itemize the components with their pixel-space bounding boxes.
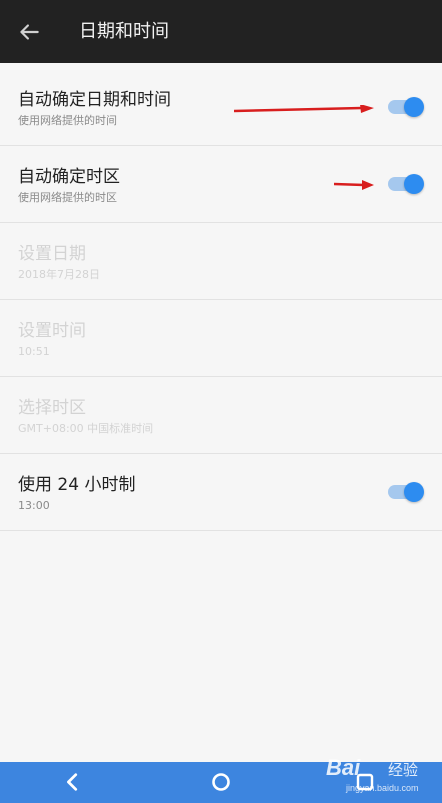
back-arrow-icon[interactable]: [16, 19, 42, 45]
setting-subtitle: 13:00: [18, 499, 50, 512]
auto-date-time-toggle[interactable]: [388, 97, 424, 117]
setting-title: 自动确定日期和时间: [18, 90, 171, 110]
setting-auto-timezone[interactable]: 自动确定时区 使用网络提供的时区: [0, 146, 442, 223]
nav-recents-icon[interactable]: [356, 773, 374, 791]
setting-title: 选择时区: [18, 398, 86, 418]
settings-list: 自动确定日期和时间 使用网络提供的时间 自动确定时区 使用网络提供的时区 设置日…: [0, 69, 442, 531]
setting-subtitle: 使用网络提供的时区: [18, 191, 117, 204]
setting-title: 自动确定时区: [18, 167, 120, 187]
setting-title: 使用 24 小时制: [18, 475, 136, 495]
annotation-arrow-icon: [234, 105, 374, 113]
toggle-thumb: [404, 174, 424, 194]
setting-set-date: 设置日期 2018年7月28日: [0, 223, 442, 300]
auto-timezone-toggle[interactable]: [388, 174, 424, 194]
nav-back-icon[interactable]: [62, 771, 84, 793]
app-bar: 日期和时间: [0, 0, 442, 63]
toggle-thumb: [404, 97, 424, 117]
setting-subtitle: 使用网络提供的时间: [18, 114, 117, 127]
setting-subtitle: 10:51: [18, 345, 50, 358]
setting-select-timezone: 选择时区 GMT+08:00 中国标准时间: [0, 377, 442, 454]
setting-set-time: 设置时间 10:51: [0, 300, 442, 377]
setting-title: 设置日期: [18, 244, 86, 264]
page-title: 日期和时间: [79, 21, 169, 42]
toggle-thumb: [404, 482, 424, 502]
24-hour-toggle[interactable]: [388, 482, 424, 502]
annotation-arrow-icon: [334, 180, 374, 190]
setting-auto-date-time[interactable]: 自动确定日期和时间 使用网络提供的时间: [0, 69, 442, 146]
setting-24-hour[interactable]: 使用 24 小时制 13:00: [0, 454, 442, 531]
setting-subtitle: GMT+08:00 中国标准时间: [18, 422, 154, 435]
system-nav-bar: [0, 762, 442, 803]
nav-home-icon[interactable]: [211, 772, 231, 792]
setting-subtitle: 2018年7月28日: [18, 268, 100, 281]
setting-title: 设置时间: [18, 321, 86, 341]
